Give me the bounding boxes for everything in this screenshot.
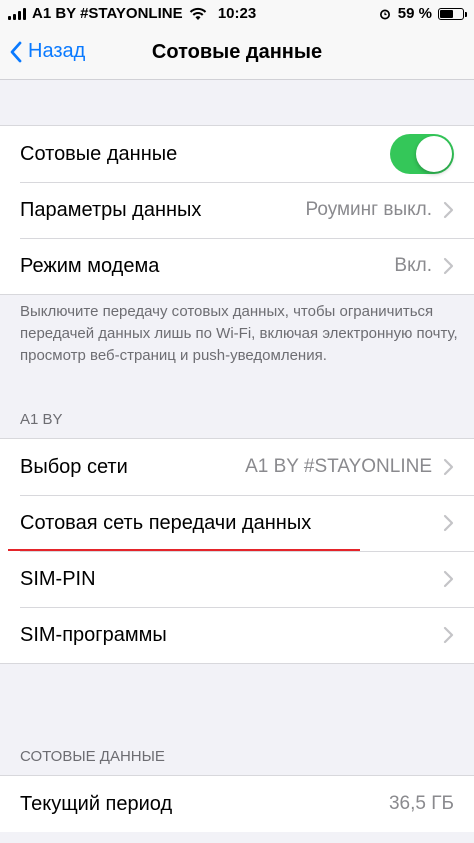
usage-section-header: СОТОВЫЕ ДАННЫЕ xyxy=(20,748,165,765)
cellular-data-toggle[interactable] xyxy=(390,134,454,174)
data-options-value: Роуминг выкл. xyxy=(305,199,433,220)
usage-group: Текущий период 36,5 ГБ xyxy=(0,775,474,832)
chevron-right-icon xyxy=(443,514,454,532)
navigation-bar: Назад Сотовые данные xyxy=(0,28,474,80)
page-title: Сотовые данные xyxy=(151,41,323,63)
cellular-data-footnote: Выключите передачу сотовых данных, чтобы… xyxy=(20,303,458,364)
network-selection-value: A1 BY #STAYONLINE xyxy=(245,456,432,477)
sim-apps-label: SIM-программы xyxy=(20,623,167,646)
cellular-data-label: Сотовые данные xyxy=(20,142,178,165)
cellular-settings-group: Сотовые данные Параметры данных Роуминг … xyxy=(0,125,474,295)
status-right: 59 % xyxy=(378,5,467,22)
cellular-data-row: Сотовые данные xyxy=(0,126,474,182)
alarm-icon xyxy=(379,9,390,19)
current-period-value: 36,5 ГБ xyxy=(388,793,454,814)
current-period-row: Текущий период 36,5 ГБ xyxy=(0,776,474,832)
chevron-right-icon xyxy=(443,257,454,275)
current-period-label: Текущий период xyxy=(20,792,173,815)
carrier-settings-group: Выбор сети A1 BY #STAYONLINE Сотовая сет… xyxy=(0,438,474,664)
carrier-section-header: A1 BY xyxy=(20,411,63,428)
status-bar: A1 BY #STAYONLINE 10:23 59 % xyxy=(0,0,474,28)
network-selection-label: Выбор сети xyxy=(20,455,128,478)
toggle-knob xyxy=(416,136,452,172)
battery-icon xyxy=(438,7,467,20)
chevron-right-icon xyxy=(443,626,454,644)
data-options-label: Параметры данных xyxy=(20,198,202,221)
hotspot-value: Вкл. xyxy=(394,255,432,276)
chevron-right-icon xyxy=(443,201,454,219)
sim-pin-label: SIM-PIN xyxy=(20,567,96,590)
battery-level xyxy=(440,9,453,18)
chevron-right-icon xyxy=(443,458,454,476)
highlight-underline xyxy=(8,549,360,551)
data-options-row[interactable]: Параметры данных Роуминг выкл. xyxy=(0,182,474,238)
cellular-data-network-row[interactable]: Сотовая сеть передачи данных xyxy=(0,495,474,551)
network-selection-row[interactable]: Выбор сети A1 BY #STAYONLINE xyxy=(0,439,474,495)
cellular-data-network-label: Сотовая сеть передачи данных xyxy=(20,511,312,534)
hotspot-row[interactable]: Режим модема Вкл. xyxy=(0,238,474,294)
sim-pin-row[interactable]: SIM-PIN xyxy=(0,551,474,607)
sim-apps-row[interactable]: SIM-программы xyxy=(0,607,474,663)
chevron-right-icon xyxy=(443,570,454,588)
hotspot-label: Режим модема xyxy=(20,254,160,277)
battery-percent: 59 % xyxy=(397,5,432,22)
